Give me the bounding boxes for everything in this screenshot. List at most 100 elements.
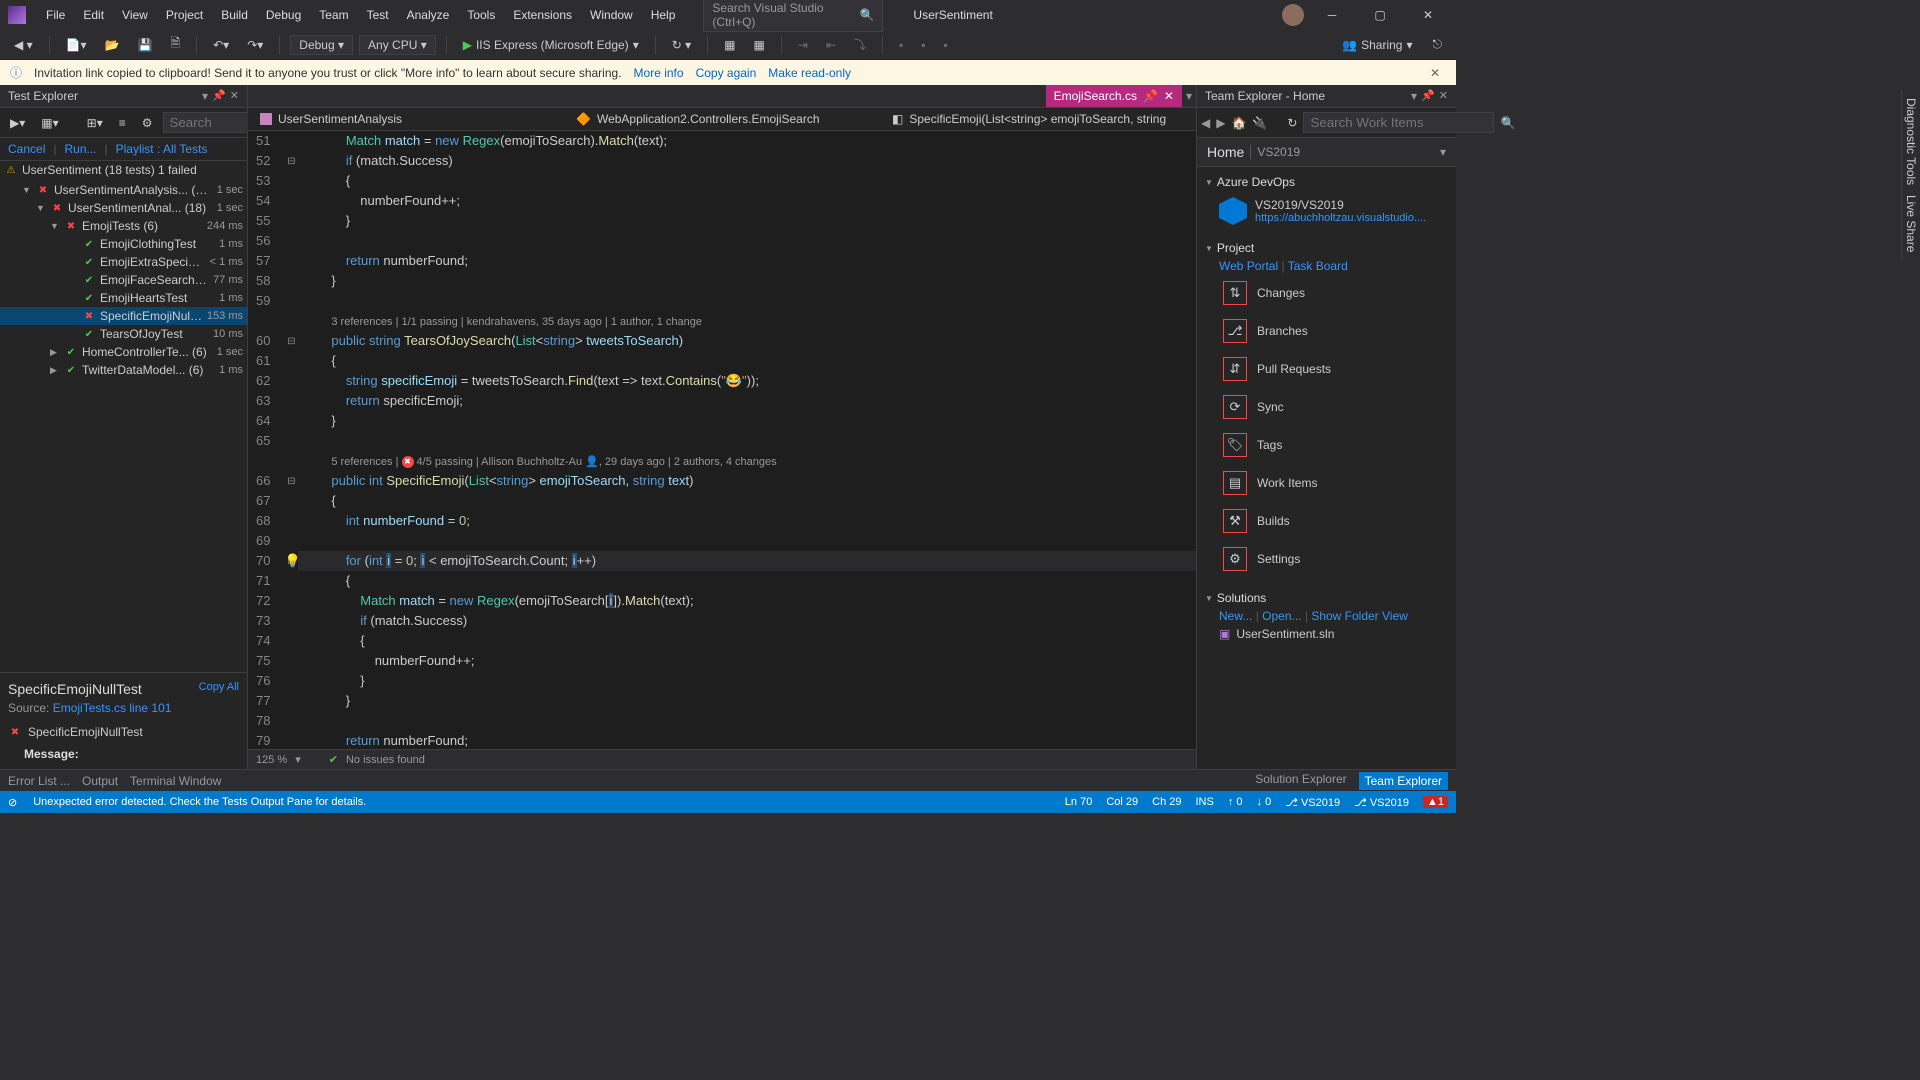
solution-name[interactable]: UserSentiment.sln	[1236, 627, 1334, 641]
tile-changes[interactable]: ⇅Changes	[1219, 277, 1448, 309]
solution-explorer-tab[interactable]: Solution Explorer	[1255, 772, 1346, 790]
back-button[interactable]: ◀	[1201, 116, 1210, 130]
cancel-link[interactable]: Cancel	[8, 142, 45, 156]
tile-sync[interactable]: ⟳Sync	[1219, 391, 1448, 423]
filter-button[interactable]: ≡	[113, 114, 132, 132]
test-node[interactable]: ▼ ✖ UserSentimentAnal... (18) 1 sec	[0, 199, 247, 217]
menu-build[interactable]: Build	[213, 4, 256, 26]
push-icon[interactable]: ↑ 0	[1228, 796, 1243, 808]
toolbar-icon[interactable]: ▦	[747, 36, 770, 54]
pull-icon[interactable]: ↓ 0	[1257, 796, 1272, 808]
build-config-dropdown[interactable]: Debug ▾	[290, 35, 353, 55]
nav-project[interactable]: UserSentimentAnalysis	[252, 110, 560, 128]
refresh-icon[interactable]: ↻	[1287, 116, 1297, 130]
tile-settings[interactable]: ⚙Settings	[1219, 543, 1448, 575]
open-button[interactable]: 📂	[99, 36, 126, 54]
tile-pull-requests[interactable]: ⇵Pull Requests	[1219, 353, 1448, 385]
tile-work-items[interactable]: ▤Work Items	[1219, 467, 1448, 499]
nav-member[interactable]: ◧ SpecificEmoji(List<string> emojiToSear…	[884, 110, 1192, 128]
folder-view-link[interactable]: Show Folder View	[1311, 609, 1408, 623]
copy-again-link[interactable]: Copy again	[696, 66, 757, 80]
team-explorer-tab[interactable]: Team Explorer	[1359, 772, 1448, 790]
menu-analyze[interactable]: Analyze	[399, 4, 458, 26]
menu-test[interactable]: Test	[359, 4, 397, 26]
project-header[interactable]: Project	[1205, 237, 1448, 259]
group-button[interactable]: ⊞▾	[81, 114, 109, 132]
search-icon[interactable]: 🔍	[1500, 116, 1515, 130]
menu-window[interactable]: Window	[582, 4, 641, 26]
menu-team[interactable]: Team	[311, 4, 356, 26]
home-icon[interactable]: 🏠	[1231, 116, 1246, 130]
repo-icon[interactable]: ⎇ VS2019	[1285, 796, 1340, 809]
make-readonly-link[interactable]: Make read-only	[768, 66, 851, 80]
minimize-button[interactable]: ─	[1312, 1, 1352, 29]
settings-button[interactable]: ⚙	[136, 114, 159, 132]
error-list-tab[interactable]: Error List ...	[8, 774, 70, 788]
solutions-header[interactable]: Solutions	[1205, 587, 1448, 609]
platform-dropdown[interactable]: Any CPU ▾	[359, 35, 436, 55]
open-sln-link[interactable]: Open...	[1262, 609, 1301, 623]
new-button[interactable]: 📄▾	[60, 36, 93, 54]
nav-back-button[interactable]: ◀ ▾	[8, 36, 39, 54]
code-editor[interactable]: 5152535455565758596061626364656667686970…	[248, 131, 1196, 749]
test-node[interactable]: ▶ ✔ HomeControllerTe... (6) 1 sec	[0, 343, 247, 361]
playlist-link[interactable]: Playlist : All Tests	[116, 142, 208, 156]
status-ins[interactable]: INS	[1195, 796, 1213, 808]
redo-button[interactable]: ↷▾	[241, 36, 269, 54]
menu-view[interactable]: View	[114, 4, 156, 26]
run-all-button[interactable]: ▶▾	[4, 114, 31, 132]
terminal-tab[interactable]: Terminal Window	[130, 774, 221, 788]
maximize-button[interactable]: ▢	[1360, 1, 1400, 29]
test-root[interactable]: ⚠ UserSentiment (18 tests) 1 failed	[0, 161, 247, 179]
undo-button[interactable]: ↶▾	[207, 36, 235, 54]
test-node[interactable]: ✔ TearsOfJoyTest 10 ms	[0, 325, 247, 343]
more-info-link[interactable]: More info	[634, 66, 684, 80]
test-node[interactable]: ✔ EmojiExtraSpecial... < 1 ms	[0, 253, 247, 271]
test-node[interactable]: ✔ EmojiHeartsTest 1 ms	[0, 289, 247, 307]
close-tab-icon[interactable]: ✕	[1164, 89, 1174, 103]
test-node[interactable]: ▶ ✔ TwitterDataModel... (6) 1 ms	[0, 361, 247, 379]
branch-icon[interactable]: ⎇ VS2019	[1354, 796, 1409, 809]
notification-badge[interactable]: ▲1	[1423, 796, 1448, 808]
menu-edit[interactable]: Edit	[75, 4, 112, 26]
pin-icon[interactable]: 📌	[212, 89, 226, 103]
zoom-level[interactable]: 125 %	[256, 754, 287, 766]
azure-url[interactable]: https://abuchholtzau.visualstudio....	[1255, 212, 1426, 224]
new-sln-link[interactable]: New...	[1219, 609, 1252, 623]
test-node[interactable]: ▼ ✖ UserSentimentAnalysis... (18) 1 sec	[0, 181, 247, 199]
start-button[interactable]: ▶ IIS Express (Microsoft Edge) ▾	[457, 36, 645, 54]
tile-builds[interactable]: ⚒Builds	[1219, 505, 1448, 537]
menu-extensions[interactable]: Extensions	[505, 4, 580, 26]
status-line[interactable]: Ln 70	[1065, 796, 1093, 808]
fwd-button[interactable]: ▶	[1216, 116, 1225, 130]
live-share-button[interactable]: 👥 Sharing ▾	[1336, 36, 1418, 54]
pin-icon[interactable]: 📌	[1143, 89, 1158, 103]
user-avatar[interactable]	[1282, 4, 1304, 26]
run-button[interactable]: ▦▾	[35, 114, 64, 132]
global-search[interactable]: Search Visual Studio (Ctrl+Q) 🔍	[703, 0, 883, 32]
run-link[interactable]: Run...	[64, 142, 96, 156]
status-col[interactable]: Col 29	[1106, 796, 1138, 808]
work-item-search[interactable]	[1303, 112, 1494, 133]
menu-tools[interactable]: Tools	[459, 4, 503, 26]
menu-debug[interactable]: Debug	[258, 4, 309, 26]
close-button[interactable]: ✕	[1408, 1, 1448, 29]
menu-file[interactable]: File	[38, 4, 73, 26]
test-node[interactable]: ✔ EmojiClothingTest 1 ms	[0, 235, 247, 253]
live-share-tab[interactable]: Live Share	[1904, 195, 1918, 252]
plug-icon[interactable]: 🔌	[1252, 116, 1267, 130]
azure-header[interactable]: Azure DevOps	[1205, 171, 1448, 193]
refresh-button[interactable]: ↻ ▾	[666, 36, 697, 54]
menu-help[interactable]: Help	[643, 4, 684, 26]
infobar-close-button[interactable]: ✕	[1424, 66, 1446, 80]
test-node[interactable]: ✖ SpecificEmojiNullT... 153 ms	[0, 307, 247, 325]
status-char[interactable]: Ch 29	[1152, 796, 1181, 808]
save-all-button[interactable]: 🗎	[164, 32, 186, 57]
nav-class[interactable]: 🔶 WebApplication2.Controllers.EmojiSearc…	[568, 110, 876, 128]
test-node[interactable]: ✔ EmojiFaceSearchTest 77 ms	[0, 271, 247, 289]
editor-tab[interactable]: EmojiSearch.cs 📌 ✕	[1046, 85, 1182, 107]
dropdown-icon[interactable]: ▾	[1440, 145, 1446, 159]
web-portal-link[interactable]: Web Portal	[1219, 259, 1278, 273]
dropdown-icon[interactable]: ▾	[202, 89, 208, 103]
test-tree[interactable]: ▼ ✖ UserSentimentAnalysis... (18) 1 sec …	[0, 179, 247, 672]
